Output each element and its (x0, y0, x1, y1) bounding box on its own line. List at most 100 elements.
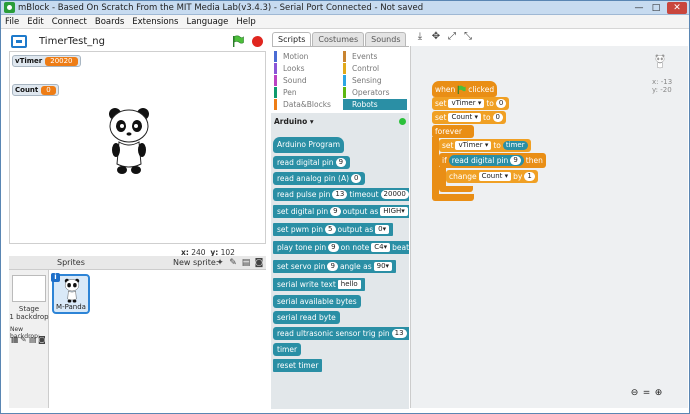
palette-header[interactable]: Arduino ▾ (274, 117, 314, 126)
stop-icon[interactable] (252, 36, 263, 47)
sprite-card-m-panda[interactable]: i M-Panda (51, 273, 90, 314)
backdrop-library-icon[interactable]: ▦ (11, 335, 19, 344)
green-flag-icon[interactable] (232, 35, 244, 47)
backdrop-count: 1 backdrop (9, 313, 49, 321)
if-arm (439, 167, 446, 187)
monitor-label: vTimer (15, 57, 43, 65)
tab-costumes[interactable]: Costumes (312, 32, 365, 46)
maximize-icon[interactable]: □ (649, 2, 663, 14)
info-icon[interactable]: i (51, 273, 60, 282)
block-timer[interactable]: timer (273, 343, 302, 356)
panda-sprite[interactable] (105, 106, 153, 178)
stage-mode-icon[interactable] (11, 34, 27, 48)
zoom-reset-icon[interactable]: = (642, 388, 651, 399)
script-when-flag-clicked[interactable]: when clicked (432, 81, 498, 97)
category-pen[interactable]: Pen (274, 87, 338, 98)
block-serial-available-bytes[interactable]: serial available bytes (273, 295, 361, 308)
stage[interactable]: vTimer 20020 Count 0 (9, 51, 266, 244)
mblock-app-icon (4, 2, 15, 13)
camera-icon[interactable]: ◙ (254, 258, 264, 268)
category-sound[interactable]: Sound (274, 75, 338, 86)
zoom-out-icon[interactable]: ⊖ (630, 388, 639, 399)
stage-header: TimerTest_ng (3, 31, 267, 51)
stage-label: Stage (18, 305, 40, 313)
app-window: mBlock - Based On Scratch From the MIT M… (0, 0, 690, 414)
shrink-icon[interactable]: ⤡ (463, 31, 473, 43)
script-change-count[interactable]: change Count ▾ by 1 (446, 170, 538, 183)
grow-icon[interactable]: ⤢ (447, 31, 457, 43)
paint-sprite-icon[interactable]: ✦ (215, 258, 225, 268)
block-reset-timer[interactable]: reset timer (273, 359, 323, 372)
block-read-pulse-pin[interactable]: read pulse pin 13 timeout 20000 (273, 188, 409, 201)
backdrop-paint-icon[interactable]: ✎ (20, 335, 27, 344)
tab-scripts[interactable]: Scripts (272, 32, 312, 46)
monitor-vtimer[interactable]: vTimer 20020 (12, 55, 81, 67)
block-set-pwm-pin[interactable]: set pwm pin 5 output as 0▾ (273, 223, 394, 236)
green-flag-icon (458, 85, 466, 94)
cut-icon[interactable]: ✥ (431, 31, 441, 43)
block-set-servo-pin[interactable]: set servo pin 9 angle as 90▾ (273, 260, 397, 273)
panda-thumbnail (64, 278, 80, 303)
backdrop-upload-icon[interactable]: ▤ (29, 335, 37, 344)
category-sensing[interactable]: Sensing (343, 75, 407, 86)
stage-column: Stage 1 backdrop New backdrop: ▦ ✎ ▤ ◙ (9, 270, 49, 408)
tab-sounds[interactable]: Sounds (365, 32, 407, 46)
menu-help[interactable]: Help (232, 17, 259, 27)
monitor-value: 0 (41, 85, 56, 95)
category-control[interactable]: Control (343, 63, 407, 74)
block-set-digital-pin[interactable]: set digital pin 9 output as HIGH▾ (273, 205, 409, 218)
zoom-controls: ⊖ = ⊕ (630, 388, 664, 399)
block-read-analog-pin[interactable]: read analog pin (A) 0 (273, 172, 366, 185)
monitor-count[interactable]: Count 0 (12, 84, 59, 96)
upload-sprite-icon[interactable]: ▤ (241, 258, 251, 268)
draw-sprite-icon[interactable]: ✎ (228, 258, 238, 268)
backdrop-camera-icon[interactable]: ◙ (38, 335, 46, 344)
block-read-ultrasonic[interactable]: read ultrasonic sensor trig pin13ech (273, 327, 409, 340)
title-bar: mBlock - Based On Scratch From the MIT M… (1, 1, 689, 15)
stage-thumbnail[interactable] (12, 275, 46, 302)
window-title: mBlock - Based On Scratch From the MIT M… (18, 2, 424, 13)
script-tools: ⤓ ✥ ⤢ ⤡ (415, 31, 475, 43)
monitor-value: 20020 (45, 56, 78, 66)
forever-foot (432, 194, 474, 201)
sprite-x: x: -13 (652, 78, 673, 86)
menu-extensions[interactable]: Extensions (128, 17, 182, 27)
minimize-icon[interactable]: — (632, 2, 646, 14)
block-read-digital-pin[interactable]: read digital pin 9 (273, 156, 351, 169)
script-set-vtimer[interactable]: set vTimer ▾ to 0 (432, 97, 510, 110)
script-if[interactable]: if read digital pin 9 then (439, 153, 546, 168)
duplicate-icon[interactable]: ⤓ (415, 31, 425, 43)
menu-file[interactable]: File (1, 17, 23, 27)
block-play-tone-pin[interactable]: play tone pin9on noteC4▾beatHa (273, 241, 409, 254)
block-serial-write-text[interactable]: serial write text hello (273, 278, 365, 291)
category-looks[interactable]: Looks (274, 63, 338, 74)
sprites-title: Sprites (57, 258, 85, 267)
category-robots[interactable]: Robots (343, 99, 407, 110)
sprite-y: y: -20 (652, 86, 672, 94)
new-sprite-label: New sprite: (173, 258, 219, 267)
menu-bar: File Edit Connect Boards Extensions Lang… (1, 15, 689, 29)
menu-boards[interactable]: Boards (91, 17, 128, 27)
category-data-blocks[interactable]: Data&Blocks (274, 99, 338, 110)
category-motion[interactable]: Motion (274, 51, 338, 62)
menu-connect[interactable]: Connect (48, 17, 91, 27)
menu-language[interactable]: Language (182, 17, 232, 27)
editor-tabs: Scripts Costumes Sounds (272, 32, 407, 46)
category-list: Motion Looks Sound Pen Data&Blocks Event… (272, 46, 409, 110)
menu-edit[interactable]: Edit (23, 17, 47, 27)
zoom-in-icon[interactable]: ⊕ (654, 388, 663, 399)
if-foot (439, 186, 473, 192)
block-serial-read-byte[interactable]: serial read byte (273, 311, 340, 324)
script-set-vtimer-timer[interactable]: set vTimer ▾ to timer (439, 139, 531, 152)
category-operators[interactable]: Operators (343, 87, 407, 98)
script-set-count[interactable]: set Count ▾ to 0 (432, 111, 506, 124)
monitor-label: Count (15, 86, 39, 94)
block-palette: Arduino ▾ Arduino Program read digital p… (271, 113, 409, 409)
sprites-header: Sprites New sprite: ✦ ✎ ▤ ◙ (9, 256, 266, 270)
close-icon[interactable]: ✕ (667, 2, 687, 14)
project-name[interactable]: TimerTest_ng (39, 36, 105, 47)
forever-arm (432, 137, 439, 195)
block-arduino-program[interactable]: Arduino Program (273, 137, 345, 153)
sprite-mini-icon (655, 54, 665, 69)
category-events[interactable]: Events (343, 51, 407, 62)
